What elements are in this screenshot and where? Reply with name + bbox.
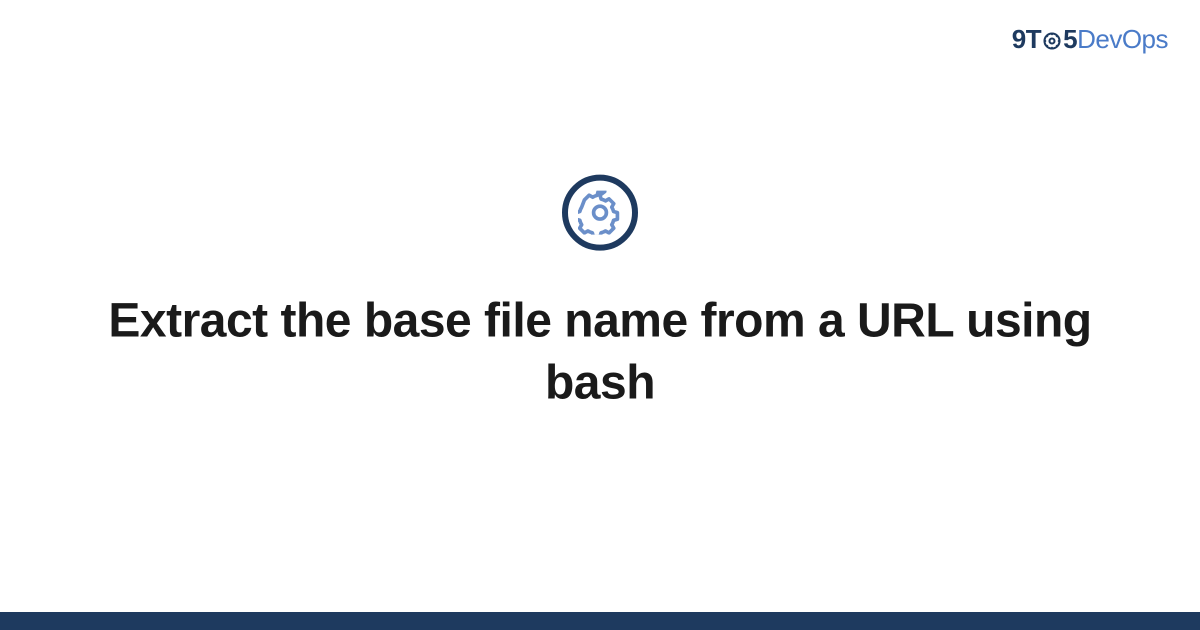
footer-bar bbox=[0, 612, 1200, 630]
page-title: Extract the base file name from a URL us… bbox=[60, 291, 1140, 416]
brand-nine: 9 bbox=[1012, 24, 1026, 54]
main-content: Extract the base file name from a URL us… bbox=[60, 175, 1140, 416]
brand-gear-icon bbox=[1042, 31, 1062, 51]
brand-devops: DevOps bbox=[1077, 24, 1168, 54]
brand-t: T bbox=[1026, 24, 1041, 54]
brand-five: 5 bbox=[1063, 24, 1077, 54]
brand-logo: 9T5DevOps bbox=[1012, 24, 1168, 55]
gear-badge-icon bbox=[562, 175, 638, 251]
